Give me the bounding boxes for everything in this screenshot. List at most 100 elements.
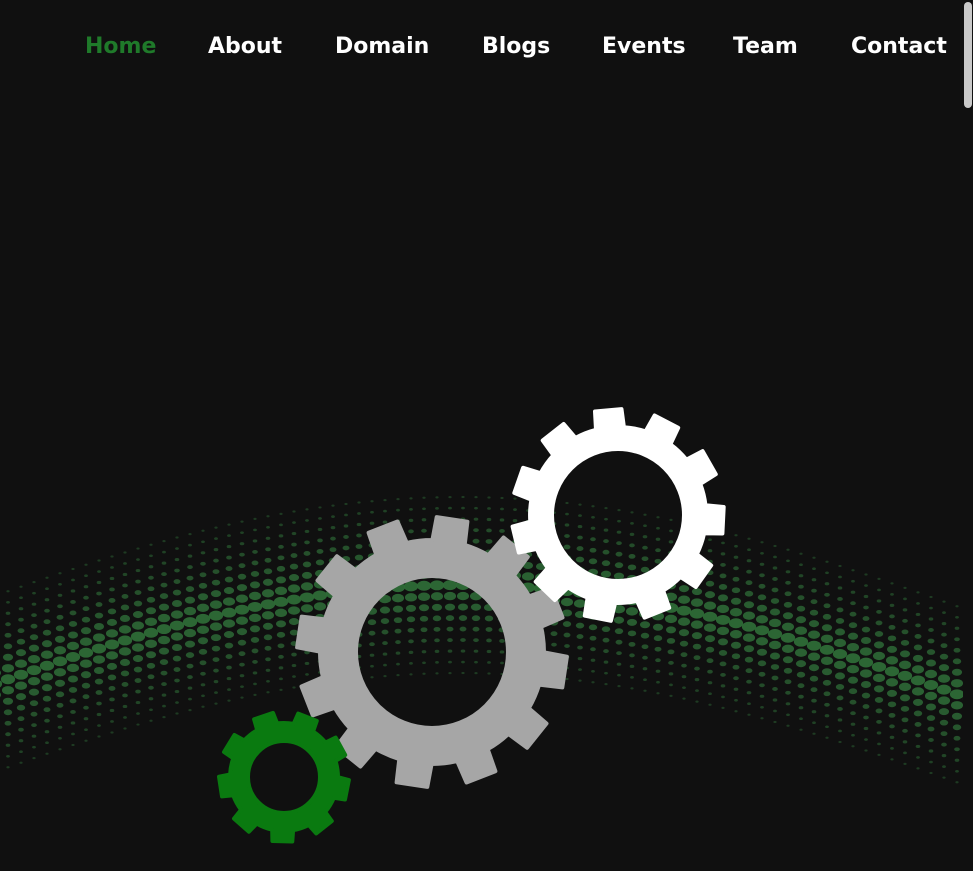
wave-dot [227,523,231,526]
wave-dot [916,756,920,759]
wave-dot [158,603,170,611]
wave-dot [773,720,777,724]
vertical-scrollbar[interactable] [963,0,973,871]
wave-dot [785,702,791,706]
wave-dot [887,701,897,708]
wave-dot [369,653,375,657]
wave-dot [929,760,933,764]
wave-dot [812,567,816,571]
wave-dot [109,587,115,592]
wave-dot [951,668,963,676]
wave-dot [588,624,598,631]
wave-dot [850,711,856,716]
scrollbar-thumb[interactable] [964,2,972,108]
wave-dot [58,736,62,740]
wave-dot [563,544,571,550]
wave-dot [227,699,231,702]
wave-dot [884,666,900,677]
wave-dot [655,669,661,673]
wave-dot [877,577,881,581]
wave-dot [70,589,76,593]
wave-dot [252,539,258,543]
wave-dot [146,596,156,603]
wave-dot [434,649,440,653]
wave-dot [461,506,465,510]
wave-dot [873,685,885,693]
wave-dot [756,604,768,612]
wave-dot [422,496,426,499]
wave-dot [926,649,936,655]
wave-dot [702,611,718,622]
wave-dot [825,571,829,575]
wave-dot [68,687,78,693]
wave-dot [850,590,856,594]
wave-dot [240,531,244,534]
wave-dot [435,496,439,499]
wave-dot [473,528,479,533]
page: Home About Domain Blogs Events Team Cont… [0,0,973,871]
wave-dot [17,716,25,722]
wave-dot [838,740,842,744]
wave-dot [654,646,662,652]
wave-dot [486,638,492,643]
wave-dot [222,619,236,628]
wave-dot [104,639,120,650]
wave-dot [758,671,766,677]
wave-dot [666,637,676,644]
nav-link-events[interactable]: Events [602,30,686,64]
wave-dot [92,655,106,664]
wave-dot [926,715,936,721]
wave-dot [797,595,805,601]
wave-dot [730,641,742,649]
wave-dot [681,675,687,679]
wave-dot [732,576,740,582]
wave-dot [122,693,128,698]
wave-dot [67,675,79,683]
wave-dot [798,584,804,589]
wave-dot [175,712,179,715]
wave-dot [225,566,233,571]
wave-dot [916,591,920,594]
wave-dot [196,625,210,634]
wave-dot [576,634,584,639]
wave-dot [781,644,795,653]
nav-link-domain[interactable]: Domain [335,30,429,64]
wave-dot [18,617,24,622]
wave-dot [97,724,101,727]
nav-link-team[interactable]: Team [733,30,798,64]
wave-dot [872,651,886,661]
wave-dot [654,558,662,564]
wave-dot [941,632,947,637]
wave-dot [305,519,309,522]
wave-dot [144,639,158,648]
wave-dot [122,704,128,709]
wave-dot [355,544,363,549]
wave-dot [889,724,895,729]
nav-link-contact[interactable]: Contact [851,30,947,64]
wave-dot [201,705,205,708]
wave-dot [577,656,583,661]
wave-dot [238,563,246,569]
nav-link-home[interactable]: Home [85,30,156,64]
nav-link-about[interactable]: About [208,30,282,64]
wave-dot [273,596,289,607]
wave-dot [837,706,843,711]
wave-dot [499,529,505,533]
wave-dot [825,736,829,739]
wave-dot [643,513,647,516]
wave-dot [266,525,270,529]
wave-dot [952,724,962,731]
wave-dot [187,675,193,680]
wave-dot [614,628,624,635]
wave-dot [796,671,806,678]
wave-dot [107,608,117,615]
wave-dot [863,726,869,731]
wave-dot [629,543,635,548]
wave-dot [939,653,949,660]
wave-dot [656,516,660,519]
wave-dot [286,594,302,605]
nav-link-blogs[interactable]: Blogs [482,30,550,64]
wave-dot [938,664,950,672]
wave-dot [715,614,731,625]
wave-dot [16,704,26,711]
